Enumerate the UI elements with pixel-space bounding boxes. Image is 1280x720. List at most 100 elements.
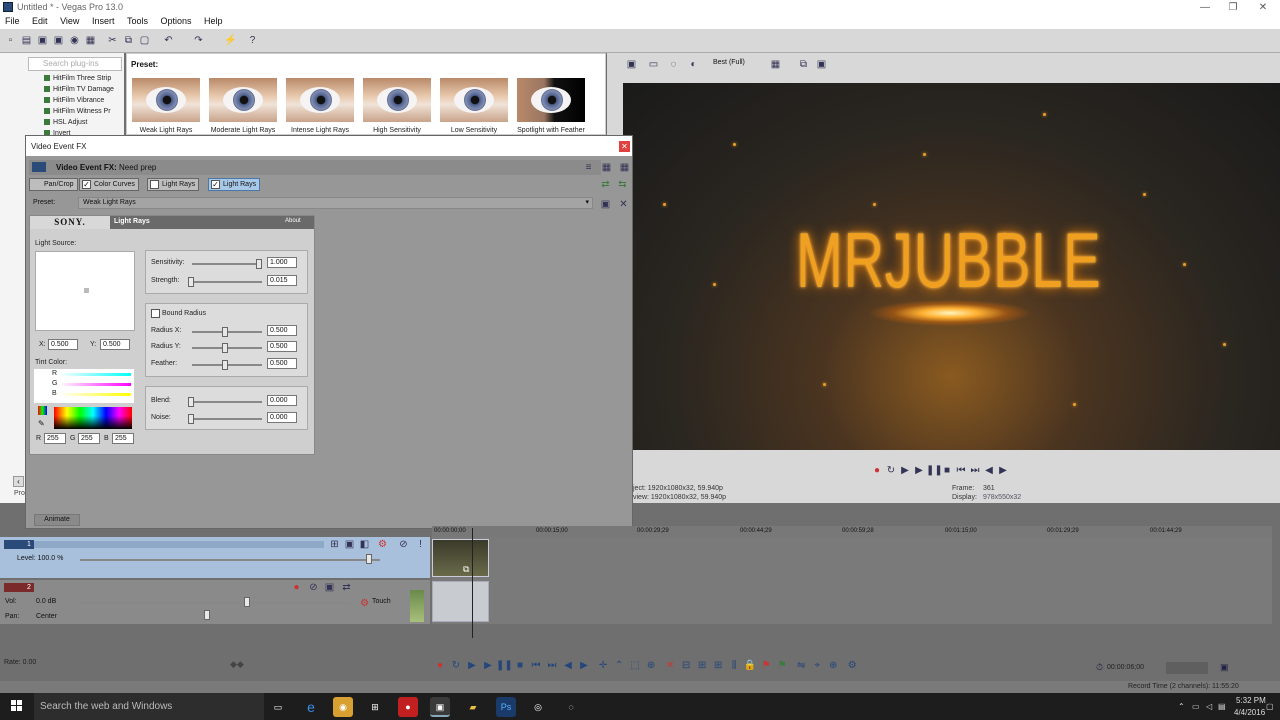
menu-tools[interactable]: Tools (122, 15, 153, 26)
rate-slider-icon[interactable]: ◆◆ (230, 659, 244, 670)
track-name-field[interactable] (34, 541, 324, 548)
dialog-close-icon[interactable]: ✕ (619, 141, 630, 152)
mute-icon[interactable]: ⊘ (397, 538, 410, 551)
about-button[interactable]: About (285, 218, 301, 224)
video-event-clip[interactable]: ⧉ (432, 539, 489, 577)
envelope-tool-icon[interactable]: ⌃ (611, 659, 627, 673)
menu-help[interactable]: Help (199, 15, 228, 26)
cut-icon[interactable]: ✂ (106, 34, 119, 47)
plugin-chain-icon[interactable]: ⇄ (599, 178, 612, 191)
b-field[interactable]: 255 (112, 433, 134, 444)
x-field[interactable]: 0.500 (48, 339, 78, 350)
lock-icon[interactable]: 🔒 (742, 659, 758, 673)
preset-moderate-light-rays[interactable]: Moderate Light Rays (207, 78, 279, 134)
track-effects-icon[interactable]: ⚙ (376, 538, 389, 551)
feather-field[interactable]: 0.500 (267, 358, 297, 369)
region-icon[interactable]: ⚑ (774, 659, 790, 673)
strength-slider[interactable] (192, 281, 262, 283)
close-icon[interactable]: ✕ (1248, 0, 1278, 15)
y-field[interactable]: 0.500 (100, 339, 130, 350)
ignore-grouping-icon[interactable]: ⊕ (825, 659, 841, 673)
stop-icon[interactable]: ■ (512, 659, 528, 673)
sensitivity-thumb[interactable] (256, 259, 262, 269)
menu-view[interactable]: View (55, 15, 84, 26)
marker-icon[interactable]: ⚑ (758, 659, 774, 673)
color-spectrum[interactable] (54, 407, 132, 429)
app-icon[interactable]: ● (398, 697, 418, 717)
store-icon[interactable]: ⊞ (365, 697, 385, 717)
save-as-icon[interactable]: ▣ (52, 34, 65, 47)
light-source-picker[interactable] (35, 251, 135, 331)
automation-mode-select[interactable]: Touch (372, 598, 391, 605)
enable-snapping-icon[interactable]: ⚡ (224, 34, 237, 47)
chain-light-rays[interactable]: Light Rays (147, 178, 200, 191)
level-thumb[interactable] (366, 554, 372, 564)
play-from-start-icon[interactable]: ▶ (898, 465, 912, 477)
checkbox[interactable]: ✓ (211, 180, 220, 189)
sensitivity-field[interactable]: 1.000 (267, 257, 297, 268)
volume-thumb[interactable] (244, 597, 250, 607)
strength-field[interactable]: 0.015 (267, 275, 297, 286)
normal-edit-tool-icon[interactable]: ✛ (595, 659, 611, 673)
play-icon[interactable]: ▶ (912, 465, 926, 477)
tree-item[interactable]: HitFilm Witness Pr (44, 108, 111, 115)
remove-plugin-icon[interactable]: ⇆ (616, 178, 629, 191)
loop-icon[interactable]: ↻ (884, 465, 898, 477)
r-field[interactable]: 255 (44, 433, 66, 444)
minimize-icon[interactable]: — (1190, 0, 1220, 15)
split-icon[interactable]: ⫼ (726, 659, 742, 673)
pause-icon[interactable]: ❚❚ (496, 659, 513, 673)
blend-thumb[interactable] (188, 397, 194, 407)
timecode-field[interactable]: 00:00:06;00 (1107, 662, 1162, 674)
action-center-icon[interactable]: ▤ (1218, 702, 1226, 711)
composite-mode-icon[interactable]: ◧ (358, 538, 371, 551)
overlays-icon[interactable]: ▦ (769, 58, 782, 71)
paste-icon[interactable]: ▢ (138, 34, 151, 47)
go-to-start-icon[interactable]: ⏮ (954, 465, 968, 477)
chain-view-icon[interactable]: ≡ (582, 161, 595, 174)
chrome-icon[interactable]: ◉ (333, 697, 353, 717)
g-field[interactable]: 255 (78, 433, 100, 444)
new-icon[interactable]: ▫ (4, 34, 17, 47)
trim-start-icon[interactable]: ⊞ (694, 659, 710, 673)
delete-preset-icon[interactable]: ✕ (617, 198, 630, 211)
radius-x-field[interactable]: 0.500 (267, 325, 297, 336)
menu-options[interactable]: Options (156, 15, 197, 26)
track-motion-icon[interactable]: ⊞ (328, 538, 341, 551)
noise-slider[interactable] (192, 418, 262, 420)
chain-grid-icon[interactable]: ▦ (618, 161, 631, 174)
steam-icon[interactable]: ◎ (528, 697, 548, 717)
split-screen-icon[interactable]: ◐ (687, 58, 700, 71)
preview-fx-icon[interactable]: ◌ (667, 58, 680, 71)
preview-settings-icon[interactable]: ▣ (625, 58, 638, 71)
clock-time[interactable]: 5:32 PM (1236, 696, 1266, 705)
feather-thumb[interactable] (222, 360, 228, 370)
strength-thumb[interactable] (188, 277, 194, 287)
preset-weak-light-rays[interactable]: Weak Light Rays (130, 78, 202, 134)
preset-low-sensitivity[interactable]: Low Sensitivity (438, 78, 510, 134)
pause-icon[interactable]: ❚❚ (926, 465, 943, 477)
lock-envelopes-icon[interactable]: ⌖ (809, 659, 825, 673)
delete-icon[interactable]: ✕ (662, 659, 678, 673)
menu-file[interactable]: File (0, 15, 25, 26)
playhead-cursor[interactable] (472, 528, 473, 638)
whats-this-icon[interactable]: ? (246, 34, 259, 47)
arm-record-icon[interactable]: ● (290, 581, 303, 594)
selection-tool-icon[interactable]: ⬚ (627, 659, 643, 673)
save-preset-icon[interactable]: ▣ (599, 198, 612, 211)
display-icon[interactable]: ▣ (1220, 662, 1229, 673)
zoom-tool-icon[interactable]: ⊕ (643, 659, 659, 673)
file-explorer-icon[interactable]: ▰ (463, 697, 483, 717)
track-fx-icon[interactable]: ▣ (343, 538, 356, 551)
automation-icon[interactable]: ⇄ (340, 581, 353, 594)
external-monitor-icon[interactable]: ▭ (647, 58, 660, 71)
radius-y-field[interactable]: 0.500 (267, 341, 297, 352)
r-channel-slider[interactable] (59, 373, 131, 376)
go-to-start-icon[interactable]: ⏮ (528, 659, 544, 673)
project-media-tab[interactable]: Pro (14, 490, 25, 497)
blend-field[interactable]: 0.000 (267, 395, 297, 406)
properties-icon[interactable]: ▦ (84, 34, 97, 47)
record-icon[interactable]: ● (432, 659, 448, 673)
trim-end-icon[interactable]: ⊞ (710, 659, 726, 673)
trim-icon[interactable]: ⊟ (678, 659, 694, 673)
